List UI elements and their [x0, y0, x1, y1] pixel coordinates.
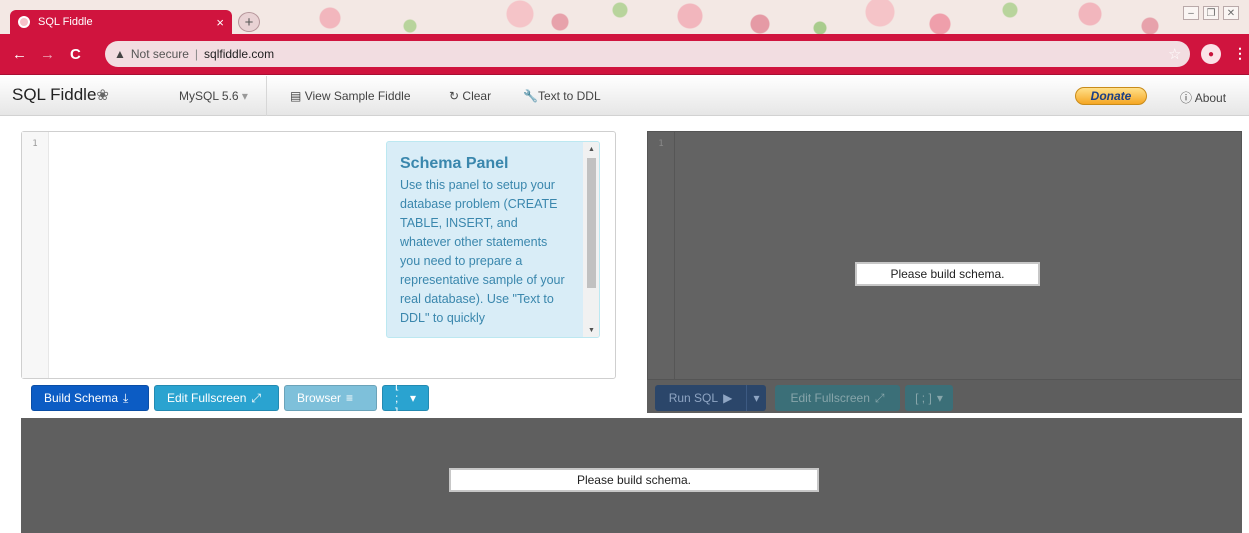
db-version-dropdown[interactable]: MySQL 5.6 ▾: [179, 89, 248, 103]
download-icon: ⤓: [123, 390, 129, 405]
new-tab-button[interactable]: +: [238, 12, 260, 32]
line-number: 1: [658, 139, 664, 149]
browser-titlebar: SQL Fiddle × + – ❐ ✕: [0, 0, 1249, 34]
scroll-up-arrow-icon[interactable]: ▲: [583, 146, 599, 153]
results-panel: Please build schema.: [21, 418, 1242, 533]
close-window-icon[interactable]: ✕: [1223, 6, 1239, 20]
query-status-message: Please build schema.: [855, 262, 1040, 286]
query-editor[interactable]: 1 Please build schema.: [647, 131, 1242, 380]
refresh-icon: ↻: [449, 89, 460, 103]
view-sample-fiddle-link[interactable]: ▤ View Sample Fiddle: [290, 89, 411, 103]
browser-toolbar: ← → C ▲ Not secure | sqlfiddle.com ☆ ● ⋮: [0, 34, 1249, 75]
schema-line-gutter: 1: [22, 132, 49, 378]
about-link[interactable]: ⓘ About: [1180, 89, 1226, 106]
caret-down-icon: ▾: [936, 391, 943, 405]
line-number: 1: [32, 139, 38, 149]
browser-menu-icon[interactable]: ⋮: [1233, 45, 1247, 62]
clear-label: Clear: [462, 89, 492, 103]
text-to-ddl-button[interactable]: 🔧Text to DDL: [523, 89, 601, 103]
restore-icon[interactable]: ❐: [1203, 6, 1219, 20]
url-text: sqlfiddle.com: [204, 47, 275, 61]
clear-button[interactable]: ↻ Clear: [449, 89, 491, 103]
list-icon: ▤: [290, 89, 302, 103]
terminator-label: [ ; ]: [915, 391, 932, 405]
scroll-down-arrow-icon[interactable]: ▼: [583, 327, 599, 334]
browser-tab[interactable]: SQL Fiddle ×: [10, 10, 232, 34]
results-status-message: Please build schema.: [449, 468, 819, 492]
reload-icon[interactable]: C: [70, 46, 81, 63]
schema-help-text: Use this panel to setup your database pr…: [400, 178, 565, 325]
db-version-label: MySQL 5.6: [179, 89, 239, 103]
text-to-ddl-label: Text to DDL: [537, 89, 601, 103]
browser-button[interactable]: Browser ≡: [284, 385, 377, 411]
wrench-icon: 🔧: [523, 89, 538, 103]
info-icon: ⓘ: [1180, 91, 1193, 105]
schema-edit-fullscreen-button[interactable]: Edit Fullscreen ⤢: [154, 385, 279, 411]
scrollbar-thumb[interactable]: [587, 158, 596, 288]
help-scrollbar[interactable]: ▲ ▼: [583, 142, 599, 337]
nav-divider: [266, 76, 267, 116]
address-bar[interactable]: ▲ Not secure | sqlfiddle.com: [105, 41, 1190, 67]
brand-name: SQL Fiddle: [12, 85, 97, 104]
fiddle-logo-icon: ❀: [96, 87, 109, 104]
tab-close-icon[interactable]: ×: [216, 15, 224, 30]
query-terminator-dropdown[interactable]: [ ; ] ▾: [905, 385, 953, 411]
bookmark-star-icon[interactable]: ☆: [1168, 45, 1181, 63]
edit-fullscreen-label: Edit Fullscreen: [790, 391, 870, 405]
brand-logo[interactable]: SQL Fiddle❀: [12, 85, 109, 105]
schema-terminator-dropdown[interactable]: [ ; ] ▾: [382, 377, 429, 419]
view-sample-label: View Sample Fiddle: [304, 89, 411, 103]
browser-label: Browser: [297, 391, 342, 405]
expand-icon: ⤢: [251, 390, 261, 405]
schema-help-title: Schema Panel: [400, 155, 509, 172]
forward-arrow-icon[interactable]: →: [40, 46, 55, 63]
query-line-gutter: 1: [648, 132, 675, 379]
tree-icon: ≡: [346, 391, 354, 405]
app-navbar: SQL Fiddle❀ MySQL 5.6 ▾ ▤ View Sample Fi…: [0, 76, 1249, 116]
back-arrow-icon[interactable]: ←: [12, 46, 27, 63]
about-label: About: [1194, 91, 1227, 105]
schema-button-row: Build Schema ⤓ Edit Fullscreen ⤢ Browser…: [31, 377, 429, 419]
caret-down-icon: ▾: [753, 391, 760, 405]
donate-button[interactable]: Donate: [1075, 87, 1147, 105]
sqlfiddle-favicon-icon: [18, 16, 30, 28]
build-schema-label: Build Schema: [44, 391, 119, 405]
query-edit-fullscreen-button[interactable]: Edit Fullscreen ⤢: [775, 385, 900, 411]
window-controls: – ❐ ✕: [1183, 6, 1239, 20]
play-icon: ▶: [723, 391, 733, 405]
run-sql-button[interactable]: Run SQL ▶: [655, 385, 746, 411]
edit-fullscreen-label: Edit Fullscreen: [167, 391, 247, 405]
tab-title: SQL Fiddle: [38, 16, 93, 28]
caret-down-icon: ▾: [241, 89, 248, 103]
not-secure-label: Not secure: [130, 47, 189, 61]
schema-help-panel: Schema Panel Use this panel to setup you…: [386, 141, 600, 338]
run-sql-label: Run SQL: [668, 391, 719, 405]
warning-icon: ▲: [114, 47, 126, 61]
query-button-row: Run SQL ▶ ▾ Edit Fullscreen ⤢ [ ; ] ▾: [647, 380, 1242, 413]
minimize-icon[interactable]: –: [1183, 6, 1199, 20]
profile-avatar-icon[interactable]: ●: [1201, 44, 1221, 64]
schema-editor[interactable]: 1 Schema Panel Use this panel to setup y…: [21, 131, 616, 379]
caret-down-icon: ▾: [409, 391, 416, 405]
run-sql-dropdown[interactable]: ▾: [746, 385, 766, 411]
terminator-label: [ ; ]: [395, 377, 399, 419]
build-schema-button[interactable]: Build Schema ⤓: [31, 385, 149, 411]
address-separator: |: [194, 47, 199, 61]
expand-icon: ⤢: [874, 390, 885, 405]
